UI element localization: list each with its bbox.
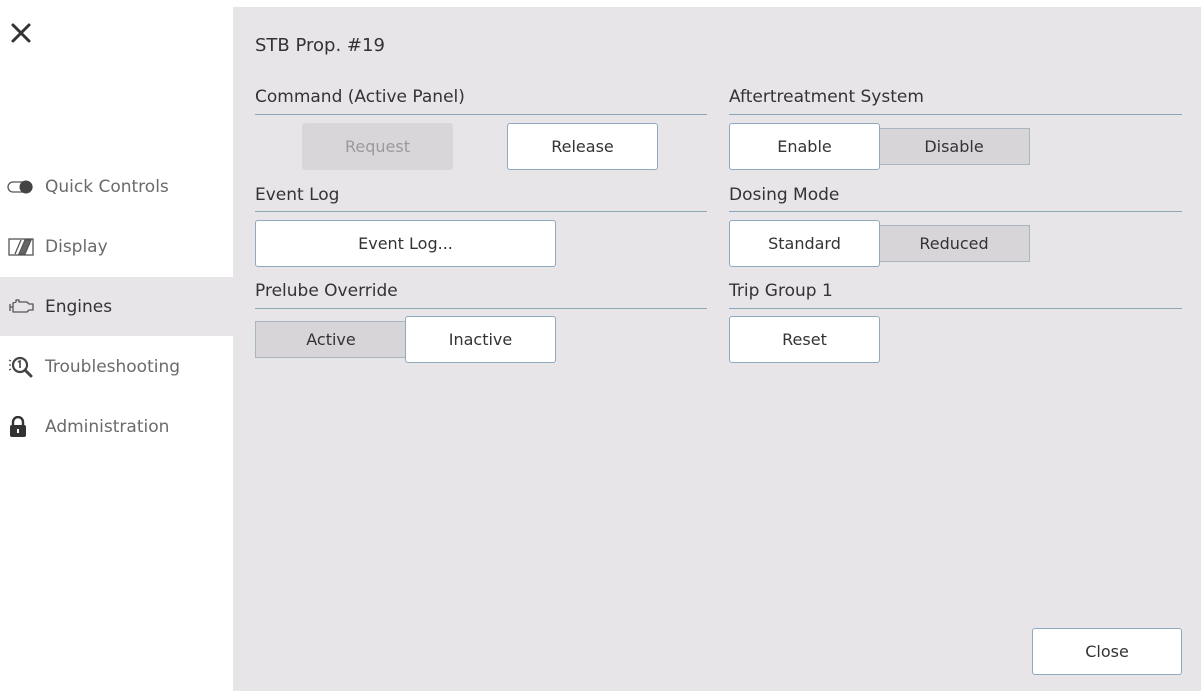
page-title: STB Prop. #19 [255,35,385,56]
troubleshooting-icon [7,356,37,378]
event-log-divider [255,211,707,212]
request-button[interactable]: Request [302,123,453,170]
sidebar: Quick Controls Display Engines Troublesh… [0,0,233,691]
aftertreatment-disable-option[interactable]: Disable [878,128,1030,165]
trip-group-section-label: Trip Group 1 [729,281,833,301]
prelube-inactive-option[interactable]: Inactive [405,316,556,363]
sidebar-item-label: Troubleshooting [45,356,181,377]
sidebar-item-troubleshooting[interactable]: Troubleshooting [0,337,233,396]
main-panel: STB Prop. #19 Command (Active Panel) Req… [233,7,1201,691]
sidebar-item-engines[interactable]: Engines [0,277,233,336]
dosing-mode-divider [729,211,1182,212]
event-log-button[interactable]: Event Log... [255,220,556,267]
toggle-icon [7,176,37,198]
sidebar-item-label: Quick Controls [45,176,169,197]
prelube-divider [255,308,707,309]
display-icon [7,236,37,258]
sidebar-item-quick-controls[interactable]: Quick Controls [0,157,233,216]
sidebar-item-administration[interactable]: Administration [0,397,233,456]
sidebar-item-label: Engines [45,296,113,317]
sidebar-item-label: Administration [45,416,170,437]
aftertreatment-enable-option[interactable]: Enable [729,123,880,170]
sidebar-item-display[interactable]: Display [0,217,233,276]
dosing-reduced-option[interactable]: Reduced [878,225,1030,262]
engine-icon [7,296,37,318]
lock-icon [7,415,37,438]
event-log-section-label: Event Log [255,185,340,205]
release-button[interactable]: Release [507,123,658,170]
close-button[interactable]: Close [1032,628,1182,675]
command-section-label: Command (Active Panel) [255,87,465,107]
trip-group-divider [729,308,1182,309]
aftertreatment-divider [729,114,1182,115]
close-icon[interactable] [10,22,34,46]
sidebar-item-label: Display [45,236,108,257]
trip-group-reset-button[interactable]: Reset [729,316,880,363]
prelube-section-label: Prelube Override [255,281,398,301]
dosing-standard-option[interactable]: Standard [729,220,880,267]
aftertreatment-section-label: Aftertreatment System [729,87,924,107]
prelube-active-option[interactable]: Active [255,321,407,358]
dosing-mode-section-label: Dosing Mode [729,185,840,205]
command-divider [255,114,707,115]
